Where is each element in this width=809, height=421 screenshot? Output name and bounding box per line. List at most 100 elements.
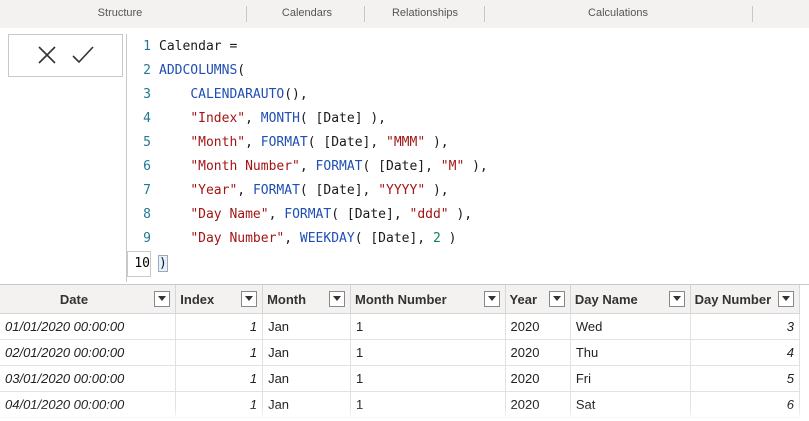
code-token: "Day Name" (190, 207, 269, 222)
filter-dropdown-button[interactable] (154, 291, 171, 307)
formula-bar: 1 Calendar = 2 ADDCOLUMNS(3 CALENDARAUTO(),… (0, 28, 809, 285)
ribbon-group-structure: Structure (97, 7, 143, 19)
ribbon-group-calendars: Calendars (281, 7, 333, 19)
line-number: 3 (143, 87, 151, 102)
chevron-down-icon (672, 296, 681, 301)
code-line[interactable]: 4 "Index", MONTH( [Date] ), (127, 107, 386, 131)
code-token: MONTH (260, 111, 300, 126)
code-token: 2 (432, 231, 441, 246)
line-number: 1 (143, 39, 151, 54)
filter-dropdown-button[interactable] (329, 291, 345, 307)
table-row[interactable]: 02/01/2020 00:00:00 1 Jan 1 2020 Thu 4 (0, 339, 801, 366)
table-cell[interactable]: 02/01/2020 00:00:00 (0, 339, 177, 366)
table-cell[interactable]: 1 (350, 313, 506, 340)
code-token: "ddd" (409, 207, 449, 222)
line-number: 9 (143, 231, 151, 246)
code-token: ( (237, 63, 246, 78)
dax-formula-editor[interactable]: 1 Calendar = 2 ADDCOLUMNS(3 CALENDARAUTO(),… (126, 34, 809, 282)
code-token: ), (464, 159, 488, 174)
code-token: ), (448, 207, 473, 222)
code-line[interactable]: 6 "Month Number", FORMAT( [Date], "M" ), (127, 155, 488, 179)
filter-dropdown-button[interactable] (668, 291, 685, 307)
table-cell[interactable]: Fri (570, 365, 691, 392)
code-token: CALENDARAUTO (190, 87, 285, 102)
code-line[interactable]: 1 Calendar = (127, 35, 237, 59)
table-cell[interactable]: Thu (570, 339, 691, 366)
table-cell[interactable]: Jan (262, 339, 351, 366)
table-header-row: Date Index Month Month Number Year Day Name Da… (0, 285, 801, 314)
table-cell[interactable]: 3 (690, 313, 801, 340)
code-token: "Month Number" (190, 159, 300, 174)
table-cell[interactable]: Jan (262, 313, 351, 340)
table-cell[interactable]: 1 (175, 313, 264, 340)
code-token: ( [Date], (354, 231, 433, 246)
commit-formula-button[interactable] (69, 41, 97, 69)
code-token: "YYYY" (378, 183, 426, 198)
code-token: ( [Date], (299, 183, 379, 198)
filter-dropdown-button[interactable] (483, 291, 500, 307)
line-number: 10 (127, 251, 151, 277)
code-token: FORMAT (260, 135, 308, 150)
code-line[interactable]: 3 CALENDARAUTO(), (127, 83, 308, 107)
code-line[interactable]: 7 "Year", FORMAT( [Date], "YYYY" ), (127, 179, 448, 203)
table-cell[interactable]: 2020 (505, 365, 571, 392)
column-header-label: Date (59, 291, 89, 307)
table-cell[interactable]: 03/01/2020 00:00:00 (0, 365, 177, 392)
filter-dropdown-button[interactable] (778, 291, 794, 307)
code-token: ) (440, 231, 457, 246)
ribbon-group-calculations: Calculations (588, 7, 648, 19)
table-cell[interactable]: Wed (570, 313, 691, 340)
table-cell[interactable]: 1 (175, 339, 264, 366)
code-line[interactable]: 2 ADDCOLUMNS( (127, 59, 245, 83)
scroll-fade (0, 406, 809, 421)
code-token: ( [Date], (307, 135, 387, 150)
ribbon-group-relationships: Relationships (391, 7, 459, 19)
column-header-day-name[interactable]: Day Name (570, 285, 691, 314)
code-line[interactable]: 9 "Day Number", WEEKDAY( [Date], 2 ) (127, 227, 456, 251)
chevron-down-icon (782, 296, 790, 301)
table-cell[interactable]: 2020 (505, 313, 571, 340)
column-header-month[interactable]: Month (262, 285, 351, 314)
chevron-down-icon (487, 296, 496, 301)
table-row[interactable]: 01/01/2020 00:00:00 1 Jan 1 2020 Wed 3 (0, 313, 801, 340)
code-token: Calendar = (159, 39, 238, 54)
column-header-date[interactable]: Date (0, 285, 177, 314)
column-header-label: Index (180, 291, 215, 307)
column-header-label: Year (509, 291, 538, 307)
code-token: ( [Date] ), (299, 111, 386, 126)
column-header-label: Day Name (574, 291, 638, 307)
chevron-down-icon (552, 296, 561, 301)
filter-dropdown-button[interactable] (241, 291, 258, 307)
table-cell[interactable]: 4 (690, 339, 801, 366)
code-line[interactable]: 10) (127, 251, 168, 277)
table-cell[interactable]: 2020 (505, 339, 571, 366)
column-header-month-number[interactable]: Month Number (350, 285, 506, 314)
column-header-index[interactable]: Index (175, 285, 264, 314)
column-header-day-number[interactable]: Day Number (690, 285, 801, 314)
code-line[interactable]: 8 "Day Name", FORMAT( [Date], "ddd" ), (127, 203, 472, 227)
cancel-formula-button[interactable] (33, 41, 61, 69)
table-cell[interactable]: 1 (175, 365, 264, 392)
code-token: "MMM" (386, 135, 426, 150)
line-number: 2 (143, 63, 151, 78)
column-header-year[interactable]: Year (505, 285, 571, 314)
table-cell[interactable]: 1 (350, 339, 506, 366)
table-cell[interactable]: Jan (262, 365, 351, 392)
table-cell[interactable]: 01/01/2020 00:00:00 (0, 313, 177, 340)
filter-dropdown-button[interactable] (548, 291, 565, 307)
table-cell[interactable]: 1 (350, 365, 506, 392)
code-token: FORMAT (284, 207, 332, 222)
code-line[interactable]: 5 "Month", FORMAT( [Date], "MMM" ), (127, 131, 448, 155)
code-token: , (245, 111, 261, 126)
column-header-label: Day Number (694, 291, 772, 307)
code-token: "Year" (190, 183, 238, 198)
code-token: , (284, 231, 300, 246)
code-token: FORMAT (315, 159, 363, 174)
ribbon-separator (364, 6, 365, 22)
table-row[interactable]: 03/01/2020 00:00:00 1 Jan 1 2020 Fri 5 (0, 365, 801, 392)
table-cell[interactable]: 5 (690, 365, 801, 392)
ribbon-separator (484, 6, 485, 22)
